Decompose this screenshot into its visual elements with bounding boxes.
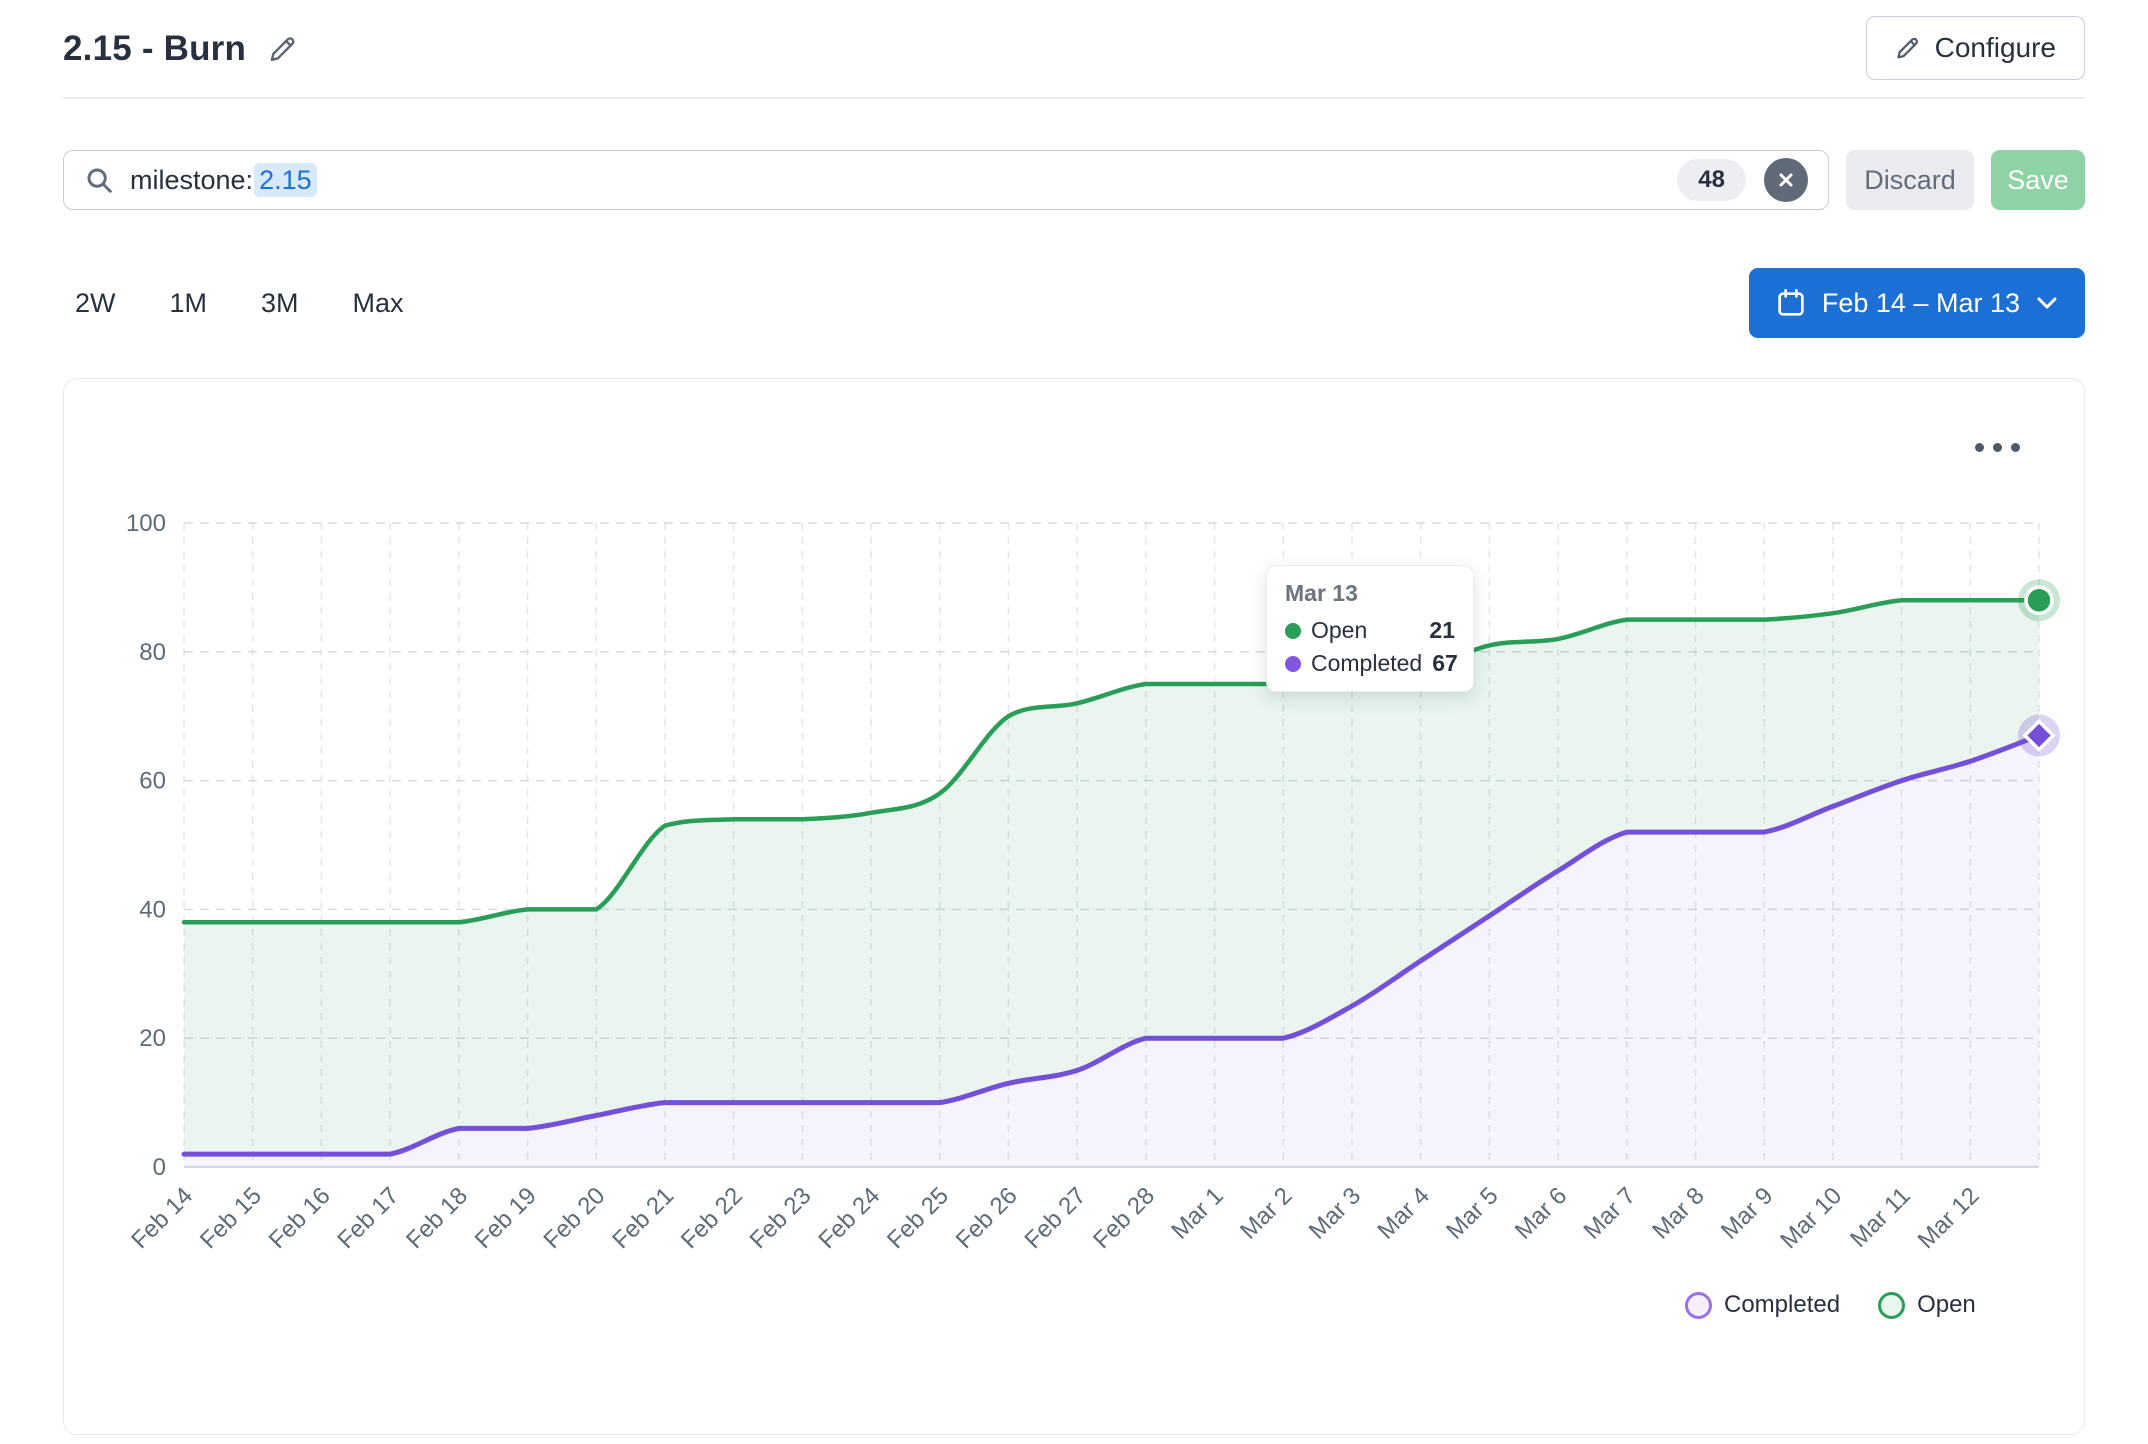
svg-text:60: 60 (139, 768, 166, 795)
tooltip-row-completed: Completed 67 (1285, 650, 1455, 677)
chevron-down-icon (2035, 295, 2059, 311)
svg-text:Mar 4: Mar 4 (1372, 1182, 1434, 1244)
svg-text:Feb 27: Feb 27 (1019, 1182, 1091, 1254)
svg-text:40: 40 (139, 896, 166, 923)
filter-search-input[interactable]: milestone:2.15 48 (63, 150, 1829, 210)
chart-legend: Completed Open (1685, 1291, 1976, 1319)
range-controls: 2W 1M 3M Max Feb 14 – Mar 13 (63, 268, 2085, 338)
svg-text:Feb 19: Feb 19 (470, 1182, 542, 1254)
result-count-badge: 48 (1677, 159, 1746, 201)
range-preset-1m[interactable]: 1M (170, 288, 208, 319)
burnup-dashboard-page: 2.15 - Burn Configure milestone:2.15 48 … (0, 0, 2148, 1444)
completed-series-dot-icon (1285, 656, 1301, 672)
open-legend-swatch-icon (1878, 1292, 1905, 1319)
svg-text:Mar 11: Mar 11 (1845, 1182, 1916, 1253)
ellipsis-icon (1975, 443, 1984, 452)
svg-text:80: 80 (139, 639, 166, 666)
filter-bar: milestone:2.15 48 Discard Save (63, 150, 2085, 210)
svg-text:Feb 22: Feb 22 (676, 1182, 748, 1254)
pencil-icon (1895, 35, 1921, 61)
page-header: 2.15 - Burn (63, 0, 298, 98)
svg-text:Feb 21: Feb 21 (607, 1182, 679, 1254)
svg-text:20: 20 (139, 1025, 166, 1052)
svg-text:Feb 16: Feb 16 (264, 1182, 336, 1254)
svg-text:Feb 17: Feb 17 (332, 1182, 404, 1254)
tooltip-title: Mar 13 (1285, 580, 1455, 607)
range-preset-3m[interactable]: 3M (261, 288, 299, 319)
open-endpoint-marker (2018, 579, 2060, 621)
legend-item-open[interactable]: Open (1878, 1291, 1976, 1319)
svg-text:Mar 8: Mar 8 (1647, 1182, 1709, 1244)
svg-text:Mar 9: Mar 9 (1716, 1182, 1778, 1244)
chart-options-button[interactable] (1969, 437, 2026, 458)
svg-text:100: 100 (126, 510, 166, 537)
svg-text:Feb 24: Feb 24 (813, 1182, 885, 1254)
svg-text:Feb 20: Feb 20 (539, 1182, 611, 1254)
pencil-icon (268, 34, 298, 64)
tooltip-open-label: Open (1311, 617, 1367, 644)
tooltip-open-value: 21 (1429, 617, 1455, 644)
svg-text:Feb 26: Feb 26 (951, 1182, 1023, 1254)
legend-open-label: Open (1917, 1291, 1976, 1319)
svg-text:Mar 2: Mar 2 (1235, 1182, 1297, 1244)
svg-text:Mar 6: Mar 6 (1510, 1182, 1572, 1244)
range-preset-max[interactable]: Max (353, 288, 404, 319)
burnup-chart-card: 020406080100Feb 14Feb 15Feb 16Feb 17Feb … (63, 378, 2085, 1435)
svg-text:0: 0 (153, 1154, 166, 1181)
legend-item-completed[interactable]: Completed (1685, 1291, 1840, 1319)
chart-tooltip: Mar 13 Open 21 Completed 67 (1266, 565, 1474, 692)
tooltip-row-open: Open 21 (1285, 617, 1455, 644)
filter-query-prefix: milestone: (130, 165, 253, 195)
tooltip-completed-value: 67 (1432, 650, 1458, 677)
range-presets: 2W 1M 3M Max (63, 288, 404, 319)
completed-legend-swatch-icon (1685, 1292, 1712, 1319)
svg-text:Feb 18: Feb 18 (401, 1182, 473, 1254)
svg-text:Feb 14: Feb 14 (126, 1182, 198, 1254)
filter-token-selected: 2.15 (254, 163, 317, 197)
range-preset-2w[interactable]: 2W (75, 288, 116, 319)
clear-filter-button[interactable] (1764, 158, 1808, 202)
svg-text:Mar 7: Mar 7 (1579, 1182, 1641, 1244)
svg-text:Feb 15: Feb 15 (195, 1182, 267, 1254)
svg-text:Mar 3: Mar 3 (1304, 1182, 1366, 1244)
discard-button[interactable]: Discard (1846, 150, 1974, 210)
edit-title-button[interactable] (268, 34, 298, 64)
configure-button[interactable]: Configure (1866, 16, 2085, 80)
svg-text:Feb 25: Feb 25 (882, 1182, 954, 1254)
svg-text:Feb 23: Feb 23 (745, 1182, 817, 1254)
completed-endpoint-marker (2018, 715, 2060, 757)
date-range-button[interactable]: Feb 14 – Mar 13 (1749, 268, 2085, 338)
svg-text:Mar 1: Mar 1 (1166, 1182, 1228, 1244)
burnup-chart[interactable]: 020406080100Feb 14Feb 15Feb 16Feb 17Feb … (64, 379, 2086, 1436)
tooltip-completed-label: Completed (1311, 650, 1422, 677)
filter-query: milestone:2.15 (130, 165, 317, 196)
svg-text:Mar 10: Mar 10 (1775, 1182, 1847, 1254)
page-title: 2.15 - Burn (63, 29, 246, 69)
header-divider (63, 97, 2085, 99)
close-icon (1776, 170, 1796, 190)
svg-text:Feb 28: Feb 28 (1088, 1182, 1160, 1254)
save-button[interactable]: Save (1991, 150, 2085, 210)
search-icon (84, 165, 114, 195)
configure-label: Configure (1935, 32, 2056, 64)
svg-text:Mar 5: Mar 5 (1441, 1182, 1503, 1244)
calendar-icon (1775, 287, 1807, 319)
date-range-label: Feb 14 – Mar 13 (1822, 288, 2020, 319)
legend-completed-label: Completed (1724, 1291, 1840, 1319)
svg-text:Mar 12: Mar 12 (1913, 1182, 1985, 1254)
open-series-dot-icon (1285, 623, 1301, 639)
